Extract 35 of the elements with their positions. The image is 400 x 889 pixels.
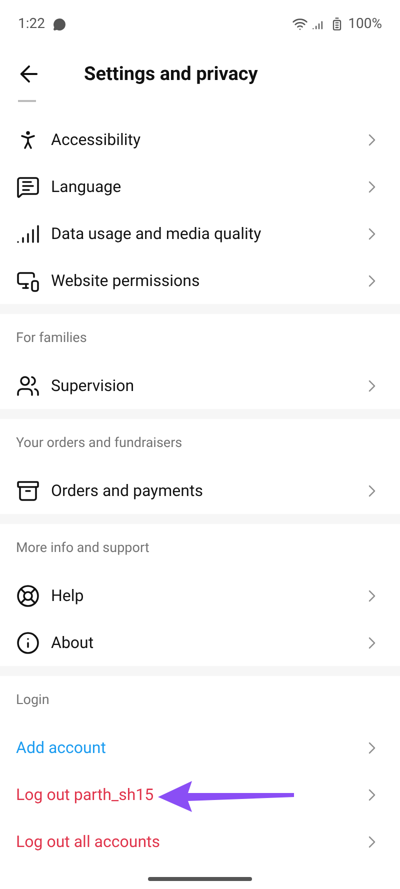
settings-row[interactable]: About <box>0 619 400 666</box>
row-label: Language <box>51 176 122 198</box>
row-label: Help <box>51 584 84 606</box>
status-time: 1:22 <box>18 14 45 34</box>
section-header: For families <box>16 328 87 348</box>
battery-level: 100% <box>348 14 382 34</box>
section-header: Your orders and fundraisers <box>16 434 182 453</box>
settings-row[interactable]: Log out all accounts <box>0 818 400 865</box>
row-label: Supervision <box>51 374 134 396</box>
lifebuoy-icon <box>16 584 40 608</box>
wifi-icon <box>292 16 308 32</box>
speech-bubble-icon <box>16 174 40 198</box>
row-label: Orders and payments <box>51 480 203 502</box>
row-label: Data usage and media quality <box>51 222 262 244</box>
people-icon <box>16 374 40 398</box>
row-label: Log out parth_sh15 <box>16 784 154 806</box>
row-label: Add account <box>16 736 106 758</box>
settings-row[interactable]: Orders and payments <box>0 467 400 514</box>
settings-row[interactable]: Website permissions <box>0 257 400 304</box>
row-label: Log out all accounts <box>16 830 160 852</box>
settings-row[interactable]: Data usage and media quality <box>0 210 400 257</box>
box-icon <box>16 478 40 502</box>
settings-row[interactable]: Language <box>0 163 400 210</box>
row-label: About <box>51 632 94 654</box>
info-icon <box>16 630 40 654</box>
row-label: Website permissions <box>51 270 200 292</box>
row-label: Accessibility <box>51 128 141 150</box>
chat-icon <box>53 18 66 30</box>
settings-row[interactable]: Supervision <box>0 362 400 409</box>
settings-row[interactable]: Log out parth_sh15 <box>0 771 400 818</box>
section-header: More info and support <box>16 538 150 558</box>
settings-row[interactable]: Help <box>0 572 400 619</box>
page-title: Settings and privacy <box>84 60 258 87</box>
section-header: Login <box>16 690 50 710</box>
settings-row[interactable]: Accessibility <box>0 116 400 163</box>
